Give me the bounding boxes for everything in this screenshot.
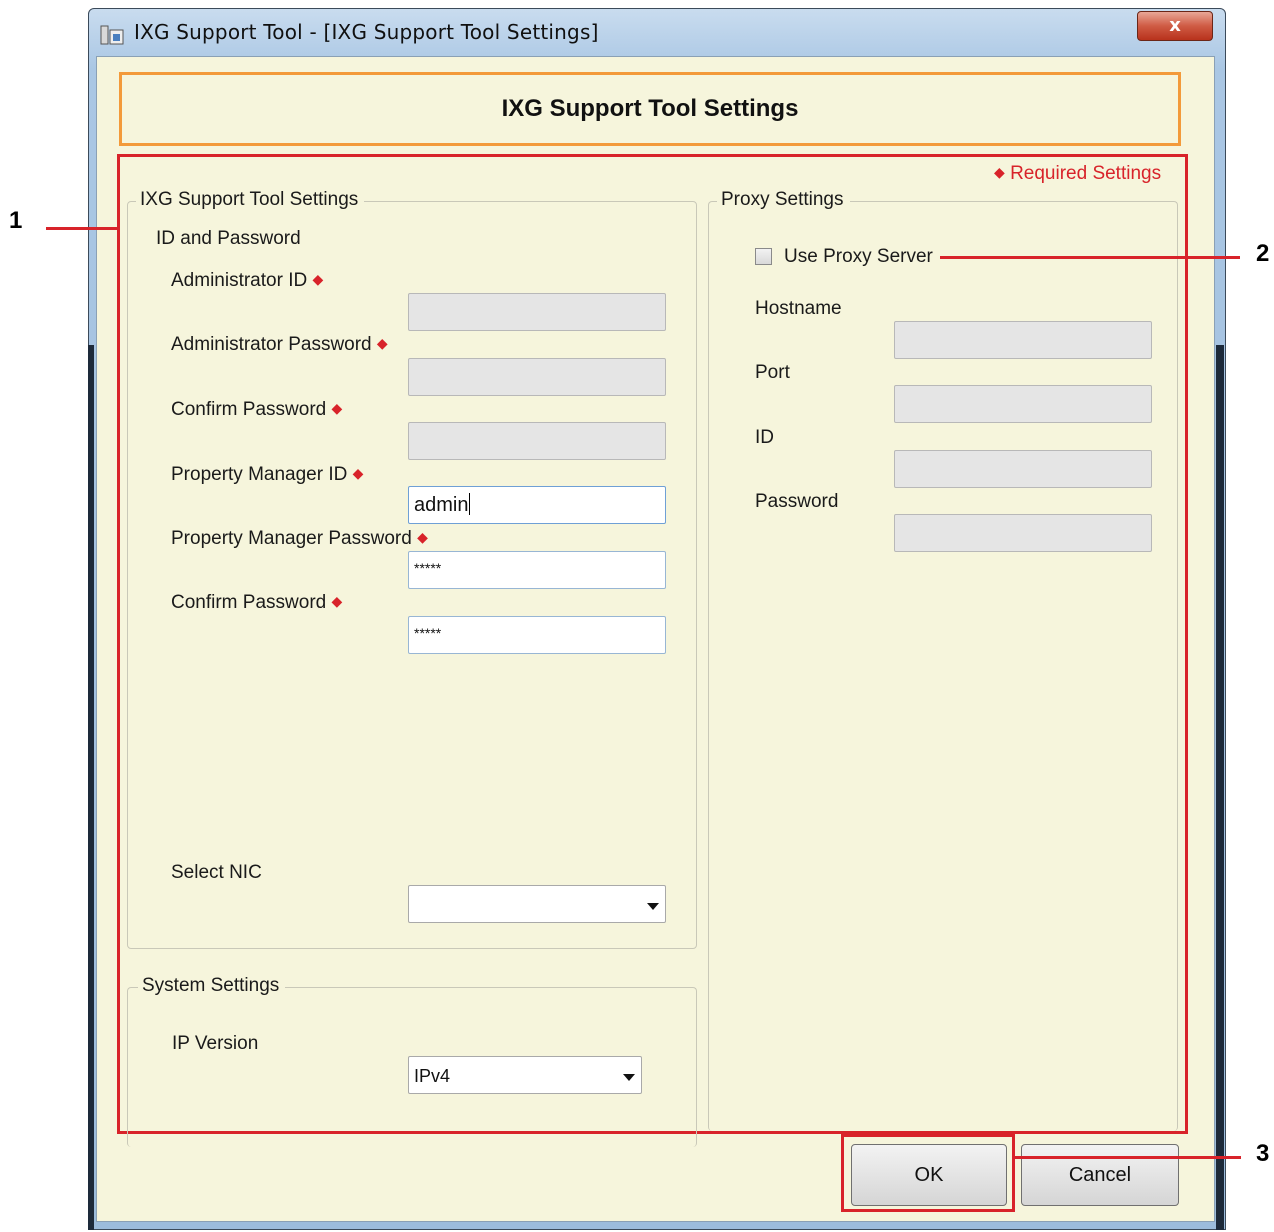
close-button[interactable]: x bbox=[1137, 11, 1213, 41]
window-edge-right bbox=[1216, 345, 1224, 1230]
pm-password-label: Property Manager Password ◆ bbox=[171, 528, 428, 549]
pm-confirm-password-label: Confirm Password ◆ bbox=[171, 592, 343, 613]
admin-confirm-password-label: Confirm Password ◆ bbox=[171, 399, 343, 420]
required-marker-icon: ◆ bbox=[376, 335, 388, 351]
callout-number-2: 2 bbox=[1256, 240, 1270, 267]
select-nic-dropdown[interactable] bbox=[408, 885, 666, 923]
window-edge-left bbox=[88, 345, 94, 1230]
required-marker-icon: ◆ bbox=[312, 271, 324, 287]
pm-password-input[interactable]: ***** bbox=[408, 551, 666, 589]
proxy-port-label: Port bbox=[755, 362, 790, 383]
use-proxy-label[interactable]: Use Proxy Server bbox=[784, 246, 933, 268]
required-marker-icon: ◆ bbox=[352, 465, 364, 481]
ip-version-dropdown[interactable]: IPv4 bbox=[408, 1056, 642, 1094]
id-password-section-label: ID and Password bbox=[156, 228, 301, 249]
text-caret bbox=[469, 493, 471, 515]
callout-box-ok bbox=[841, 1134, 1015, 1212]
page-title: IXG Support Tool Settings bbox=[501, 95, 799, 122]
pm-id-label: Property Manager ID ◆ bbox=[171, 464, 364, 485]
required-note: ◆ Required Settings bbox=[994, 163, 1161, 185]
pm-confirm-password-input[interactable]: ***** bbox=[408, 616, 666, 654]
ip-version-label: IP Version bbox=[172, 1033, 259, 1054]
cancel-button[interactable]: Cancel bbox=[1021, 1144, 1179, 1206]
admin-confirm-password-input[interactable] bbox=[408, 422, 666, 460]
callout-number-3: 3 bbox=[1256, 1140, 1270, 1167]
admin-id-input[interactable] bbox=[408, 293, 666, 331]
proxy-hostname-label: Hostname bbox=[755, 298, 842, 319]
proxy-hostname-input[interactable] bbox=[894, 321, 1152, 359]
admin-id-label: Administrator ID ◆ bbox=[171, 270, 324, 291]
callout-number-1: 1 bbox=[9, 207, 23, 234]
support-settings-group-title: IXG Support Tool Settings bbox=[136, 189, 365, 211]
pm-id-input[interactable]: admin bbox=[408, 486, 666, 524]
select-nic-label: Select NIC bbox=[171, 862, 262, 883]
required-marker-icon: ◆ bbox=[331, 400, 343, 416]
callout-line-3 bbox=[1013, 1156, 1241, 1159]
admin-password-input[interactable] bbox=[408, 358, 666, 396]
use-proxy-checkbox[interactable] bbox=[755, 248, 772, 265]
admin-password-label: Administrator Password ◆ bbox=[171, 334, 388, 355]
system-settings-group-title: System Settings bbox=[138, 975, 286, 997]
proxy-password-input[interactable] bbox=[894, 514, 1152, 552]
callout-line-1 bbox=[46, 227, 120, 230]
required-marker-icon: ◆ bbox=[331, 593, 343, 609]
window-title: IXG Support Tool - [IXG Support Tool Set… bbox=[134, 20, 599, 44]
required-note-text: Required Settings bbox=[1010, 163, 1162, 184]
proxy-settings-group-title: Proxy Settings bbox=[717, 189, 850, 211]
app-icon bbox=[100, 25, 124, 45]
proxy-id-label: ID bbox=[755, 427, 774, 448]
callout-line-2 bbox=[940, 256, 1240, 259]
chevron-down-icon bbox=[647, 903, 659, 910]
proxy-password-label: Password bbox=[755, 491, 839, 512]
proxy-id-input[interactable] bbox=[894, 450, 1152, 488]
required-marker-icon: ◆ bbox=[994, 164, 1005, 180]
proxy-port-input[interactable] bbox=[894, 385, 1152, 423]
chevron-down-icon bbox=[623, 1074, 635, 1081]
required-marker-icon: ◆ bbox=[417, 529, 428, 545]
page-header: IXG Support Tool Settings bbox=[119, 72, 1181, 146]
